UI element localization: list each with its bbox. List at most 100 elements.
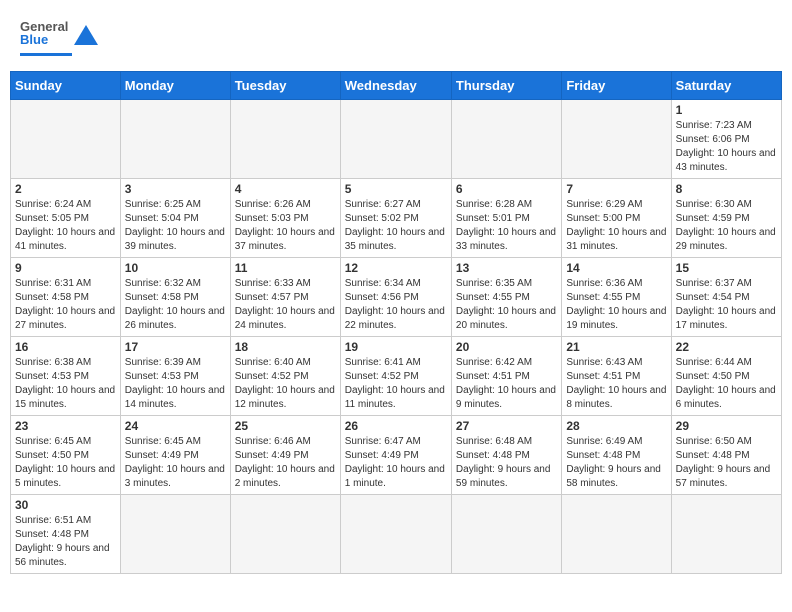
day-number: 12 <box>345 261 447 275</box>
day-number: 2 <box>15 182 116 196</box>
calendar-week-row: 30 Sunrise: 6:51 AM Sunset: 4:48 PM Dayli… <box>11 495 782 574</box>
day-number: 1 <box>676 103 777 117</box>
day-info: Sunrise: 6:49 AM Sunset: 4:48 PM Dayligh… <box>566 435 666 491</box>
day-info: Sunrise: 6:40 AM Sunset: 4:52 PM Dayligh… <box>235 356 336 412</box>
day-number: 24 <box>125 419 226 433</box>
calendar-day-cell <box>340 495 451 574</box>
day-number: 23 <box>15 419 116 433</box>
calendar-day-cell: 6 Sunrise: 6:28 AM Sunset: 5:01 PM Daylig… <box>451 179 561 258</box>
calendar-day-cell: 9Sunrise: 6:31 AM Sunset: 4:58 PM Daylig… <box>11 258 121 337</box>
day-number: 17 <box>125 340 226 354</box>
day-number: 5 <box>345 182 447 196</box>
day-info: Sunrise: 6:28 AM Sunset: 5:01 PM Dayligh… <box>456 198 557 254</box>
day-info: Sunrise: 6:30 AM Sunset: 4:59 PM Dayligh… <box>676 198 777 254</box>
calendar-day-header: Friday <box>562 72 671 100</box>
calendar-day-cell: 26Sunrise: 6:47 AM Sunset: 4:49 PM Dayli… <box>340 416 451 495</box>
calendar-day-cell: 10 Sunrise: 6:32 AM Sunset: 4:58 PM Dayli… <box>120 258 230 337</box>
calendar-day-cell: 19 Sunrise: 6:41 AM Sunset: 4:52 PM Dayli… <box>340 337 451 416</box>
calendar-day-cell: 28 Sunrise: 6:49 AM Sunset: 4:48 PM Dayli… <box>562 416 671 495</box>
calendar-week-row: 1 Sunrise: 7:23 AM Sunset: 6:06 PM Daylig… <box>11 100 782 179</box>
calendar-day-cell: 2Sunrise: 6:24 AM Sunset: 5:05 PM Daylig… <box>11 179 121 258</box>
calendar-week-row: 2Sunrise: 6:24 AM Sunset: 5:05 PM Daylig… <box>11 179 782 258</box>
calendar-header-row: SundayMondayTuesdayWednesdayThursdayFrid… <box>11 72 782 100</box>
day-number: 11 <box>235 261 336 275</box>
calendar-day-cell <box>120 495 230 574</box>
day-info: Sunrise: 6:33 AM Sunset: 4:57 PM Dayligh… <box>235 277 336 333</box>
calendar-day-header: Saturday <box>671 72 781 100</box>
day-info: Sunrise: 6:50 AM Sunset: 4:48 PM Dayligh… <box>676 435 777 491</box>
day-info: Sunrise: 6:36 AM Sunset: 4:55 PM Dayligh… <box>566 277 666 333</box>
day-number: 25 <box>235 419 336 433</box>
calendar-day-cell: 27Sunrise: 6:48 AM Sunset: 4:48 PM Dayli… <box>451 416 561 495</box>
day-info: Sunrise: 6:37 AM Sunset: 4:54 PM Dayligh… <box>676 277 777 333</box>
calendar-day-cell <box>451 100 561 179</box>
calendar-day-cell: 4 Sunrise: 6:26 AM Sunset: 5:03 PM Daylig… <box>230 179 340 258</box>
day-number: 26 <box>345 419 447 433</box>
calendar-day-cell <box>11 100 121 179</box>
day-info: Sunrise: 6:38 AM Sunset: 4:53 PM Dayligh… <box>15 356 116 412</box>
calendar-day-cell <box>230 100 340 179</box>
day-info: Sunrise: 6:31 AM Sunset: 4:58 PM Dayligh… <box>15 277 116 333</box>
calendar-day-cell: 7 Sunrise: 6:29 AM Sunset: 5:00 PM Daylig… <box>562 179 671 258</box>
calendar-day-cell: 25 Sunrise: 6:46 AM Sunset: 4:49 PM Dayli… <box>230 416 340 495</box>
calendar-day-cell: 1 Sunrise: 7:23 AM Sunset: 6:06 PM Daylig… <box>671 100 781 179</box>
day-number: 3 <box>125 182 226 196</box>
day-info: Sunrise: 6:35 AM Sunset: 4:55 PM Dayligh… <box>456 277 557 333</box>
calendar-day-cell: 11 Sunrise: 6:33 AM Sunset: 4:57 PM Dayli… <box>230 258 340 337</box>
day-info: Sunrise: 6:45 AM Sunset: 4:49 PM Dayligh… <box>125 435 226 491</box>
calendar-day-header: Wednesday <box>340 72 451 100</box>
calendar-day-cell: 16 Sunrise: 6:38 AM Sunset: 4:53 PM Dayli… <box>11 337 121 416</box>
day-info: Sunrise: 6:41 AM Sunset: 4:52 PM Dayligh… <box>345 356 447 412</box>
calendar-day-cell <box>120 100 230 179</box>
day-info: Sunrise: 6:48 AM Sunset: 4:48 PM Dayligh… <box>456 435 557 491</box>
logo: General Blue <box>20 20 98 58</box>
calendar-week-row: 9Sunrise: 6:31 AM Sunset: 4:58 PM Daylig… <box>11 258 782 337</box>
day-number: 20 <box>456 340 557 354</box>
calendar-day-header: Sunday <box>11 72 121 100</box>
calendar-day-header: Thursday <box>451 72 561 100</box>
day-info: Sunrise: 6:46 AM Sunset: 4:49 PM Dayligh… <box>235 435 336 491</box>
day-info: Sunrise: 6:29 AM Sunset: 5:00 PM Dayligh… <box>566 198 666 254</box>
day-number: 6 <box>456 182 557 196</box>
calendar-day-cell: 14Sunrise: 6:36 AM Sunset: 4:55 PM Dayli… <box>562 258 671 337</box>
calendar-day-cell <box>562 100 671 179</box>
day-info: Sunrise: 6:51 AM Sunset: 4:48 PM Dayligh… <box>15 514 116 570</box>
calendar-day-cell <box>230 495 340 574</box>
calendar-day-cell: 30 Sunrise: 6:51 AM Sunset: 4:48 PM Dayli… <box>11 495 121 574</box>
calendar-day-cell: 21Sunrise: 6:43 AM Sunset: 4:51 PM Dayli… <box>562 337 671 416</box>
day-info: Sunrise: 6:44 AM Sunset: 4:50 PM Dayligh… <box>676 356 777 412</box>
calendar-day-cell <box>340 100 451 179</box>
calendar-week-row: 16 Sunrise: 6:38 AM Sunset: 4:53 PM Dayli… <box>11 337 782 416</box>
day-number: 15 <box>676 261 777 275</box>
day-info: Sunrise: 6:27 AM Sunset: 5:02 PM Dayligh… <box>345 198 447 254</box>
day-number: 4 <box>235 182 336 196</box>
calendar-day-cell <box>671 495 781 574</box>
calendar-day-header: Monday <box>120 72 230 100</box>
calendar-day-cell: 29Sunrise: 6:50 AM Sunset: 4:48 PM Dayli… <box>671 416 781 495</box>
day-info: Sunrise: 6:39 AM Sunset: 4:53 PM Dayligh… <box>125 356 226 412</box>
calendar-table: SundayMondayTuesdayWednesdayThursdayFrid… <box>10 71 782 574</box>
day-number: 16 <box>15 340 116 354</box>
day-number: 8 <box>676 182 777 196</box>
day-info: Sunrise: 6:32 AM Sunset: 4:58 PM Dayligh… <box>125 277 226 333</box>
day-info: Sunrise: 6:45 AM Sunset: 4:50 PM Dayligh… <box>15 435 116 491</box>
day-number: 19 <box>345 340 447 354</box>
header: General Blue <box>10 10 782 63</box>
day-info: Sunrise: 7:23 AM Sunset: 6:06 PM Dayligh… <box>676 119 777 175</box>
day-number: 10 <box>125 261 226 275</box>
calendar-day-cell: 8 Sunrise: 6:30 AM Sunset: 4:59 PM Daylig… <box>671 179 781 258</box>
calendar-day-header: Tuesday <box>230 72 340 100</box>
day-number: 18 <box>235 340 336 354</box>
calendar-day-cell: 24 Sunrise: 6:45 AM Sunset: 4:49 PM Dayli… <box>120 416 230 495</box>
calendar-day-cell <box>562 495 671 574</box>
day-number: 28 <box>566 419 666 433</box>
day-info: Sunrise: 6:34 AM Sunset: 4:56 PM Dayligh… <box>345 277 447 333</box>
day-number: 30 <box>15 498 116 512</box>
calendar-week-row: 23 Sunrise: 6:45 AM Sunset: 4:50 PM Dayli… <box>11 416 782 495</box>
day-info: Sunrise: 6:26 AM Sunset: 5:03 PM Dayligh… <box>235 198 336 254</box>
day-number: 13 <box>456 261 557 275</box>
day-info: Sunrise: 6:43 AM Sunset: 4:51 PM Dayligh… <box>566 356 666 412</box>
calendar-day-cell: 17 Sunrise: 6:39 AM Sunset: 4:53 PM Dayli… <box>120 337 230 416</box>
calendar-day-cell: 18 Sunrise: 6:40 AM Sunset: 4:52 PM Dayli… <box>230 337 340 416</box>
day-number: 7 <box>566 182 666 196</box>
